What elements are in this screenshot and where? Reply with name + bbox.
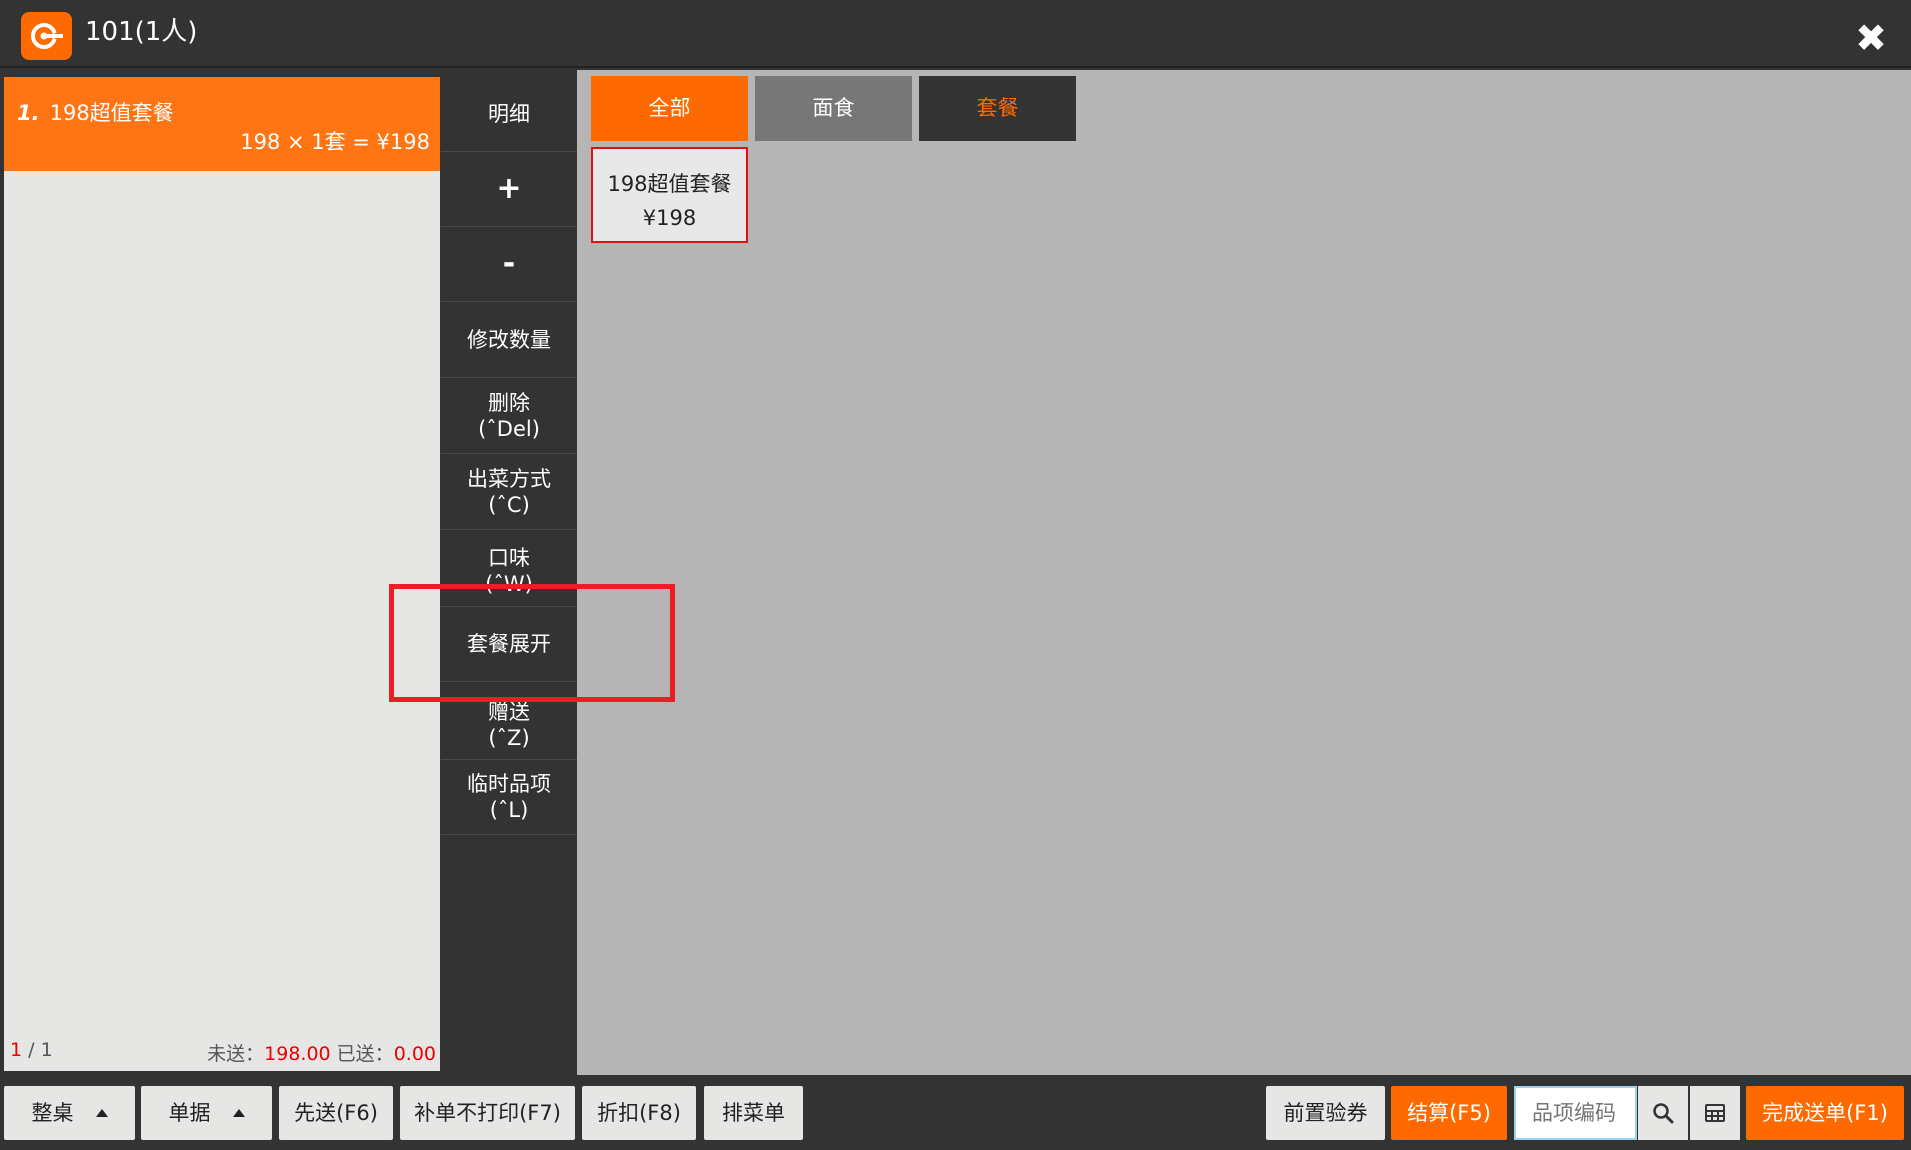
set-meal-expand-label: 套餐展开 bbox=[467, 632, 551, 656]
order-item-name-line: 1. 198超值套餐 bbox=[17, 97, 174, 127]
modify-quantity-button[interactable]: 修改数量 bbox=[441, 303, 577, 378]
serving-method-shortcut: (ˆC) bbox=[488, 493, 530, 517]
temp-item-shortcut: (ˆL) bbox=[489, 798, 529, 822]
category-tab-set-meal[interactable]: 套餐 bbox=[919, 76, 1076, 141]
dish-card[interactable]: 198超值套餐 ¥198 bbox=[591, 147, 748, 243]
set-meal-expand-button[interactable]: 套餐展开 bbox=[441, 607, 577, 682]
logo-icon bbox=[31, 23, 63, 49]
keyboard-button[interactable] bbox=[1690, 1086, 1740, 1140]
increase-button[interactable]: + bbox=[441, 152, 577, 227]
search-button[interactable] bbox=[1638, 1086, 1688, 1140]
detail-label: 明细 bbox=[488, 102, 530, 126]
category-tab-noodles[interactable]: 面食 bbox=[755, 76, 912, 141]
order-item-calc: 198 × 1套 = ¥198 bbox=[240, 130, 430, 154]
window-title: 101(1人) bbox=[85, 17, 198, 47]
serving-method-button[interactable]: 出菜方式 (ˆC) bbox=[441, 455, 577, 530]
supplement-no-print-button[interactable]: 补单不打印(F7) bbox=[400, 1086, 575, 1140]
category-tab-all[interactable]: 全部 bbox=[591, 76, 748, 141]
dish-price: ¥198 bbox=[642, 206, 697, 230]
discount-button[interactable]: 折扣(F8) bbox=[582, 1086, 696, 1140]
temp-item-button[interactable]: 临时品项 (ˆL) bbox=[441, 760, 577, 835]
order-item-index: 1. bbox=[17, 101, 40, 125]
finish-send-button[interactable]: 完成送单(F1) bbox=[1746, 1086, 1904, 1140]
whole-table-label: 整桌 bbox=[31, 1101, 74, 1125]
decrease-button[interactable]: - bbox=[441, 227, 577, 302]
serving-method-label: 出菜方式 bbox=[467, 467, 551, 491]
pager-current: 1 bbox=[10, 1039, 23, 1061]
unsent-value: 198.00 bbox=[264, 1043, 331, 1065]
pre-verify-coupon-button[interactable]: 前置验券 bbox=[1266, 1086, 1385, 1140]
order-item[interactable]: 1. 198超值套餐 198 × 1套 = ¥198 bbox=[4, 77, 440, 171]
documents-button[interactable]: 单据 bbox=[141, 1086, 272, 1140]
order-footer: 1 / 1 未送：198.00 已送：0.00 bbox=[10, 1035, 436, 1065]
close-icon[interactable]: ✖ bbox=[1853, 19, 1889, 57]
action-column: 明细 + - 修改数量 删除 (ˆDel) 出菜方式 (ˆC) 口味 (ˆW) … bbox=[441, 77, 577, 1071]
minus-icon: - bbox=[502, 246, 516, 281]
title-bar: 101(1人) ✖ bbox=[0, 0, 1911, 68]
order-item-name: 198超值套餐 bbox=[49, 101, 174, 125]
pager-total: / 1 bbox=[22, 1039, 53, 1061]
bottom-toolbar: 整桌 单据 先送(F6) 补单不打印(F7) 折扣(F8) 排菜单 前置验券 结… bbox=[0, 1076, 1911, 1150]
dish-name: 198超值套餐 bbox=[607, 172, 732, 196]
calculator-icon bbox=[1705, 1104, 1725, 1122]
order-list-panel: 1. 198超值套餐 198 × 1套 = ¥198 1 / 1 未送：198.0… bbox=[4, 77, 440, 1071]
delete-shortcut: (ˆDel) bbox=[478, 417, 540, 441]
modify-quantity-label: 修改数量 bbox=[467, 328, 551, 352]
delete-button[interactable]: 删除 (ˆDel) bbox=[441, 379, 577, 454]
sent-label: 已送： bbox=[330, 1043, 394, 1065]
plus-icon: + bbox=[496, 171, 522, 206]
sort-menu-button[interactable]: 排菜单 bbox=[704, 1086, 803, 1140]
item-code-input[interactable] bbox=[1514, 1086, 1637, 1140]
taste-button[interactable]: 口味 (ˆW) bbox=[441, 531, 577, 607]
gift-label: 赠送 bbox=[488, 700, 530, 724]
menu-area: 全部 面食 套餐 198超值套餐 ¥198 bbox=[577, 70, 1911, 1075]
sent-value: 0.00 bbox=[393, 1043, 436, 1065]
order-sums: 未送：198.00 已送：0.00 bbox=[207, 1039, 436, 1066]
caret-up-icon bbox=[232, 1109, 245, 1117]
taste-shortcut: (ˆW) bbox=[485, 572, 533, 596]
documents-label: 单据 bbox=[168, 1101, 211, 1125]
whole-table-button[interactable]: 整桌 bbox=[4, 1086, 135, 1140]
gift-shortcut: (ˆZ) bbox=[488, 726, 530, 750]
gift-button[interactable]: 赠送 (ˆZ) bbox=[441, 683, 577, 760]
temp-item-label: 临时品项 bbox=[467, 772, 551, 796]
order-pager: 1 / 1 bbox=[10, 1039, 53, 1061]
taste-label: 口味 bbox=[488, 546, 530, 570]
detail-button[interactable]: 明细 bbox=[441, 77, 577, 152]
app-logo bbox=[21, 12, 72, 60]
search-icon bbox=[1653, 1103, 1674, 1124]
checkout-button[interactable]: 结算(F5) bbox=[1391, 1086, 1507, 1140]
send-first-button[interactable]: 先送(F6) bbox=[279, 1086, 393, 1140]
unsent-label: 未送： bbox=[207, 1043, 265, 1065]
caret-up-icon bbox=[95, 1109, 108, 1117]
delete-label: 删除 bbox=[488, 391, 530, 415]
